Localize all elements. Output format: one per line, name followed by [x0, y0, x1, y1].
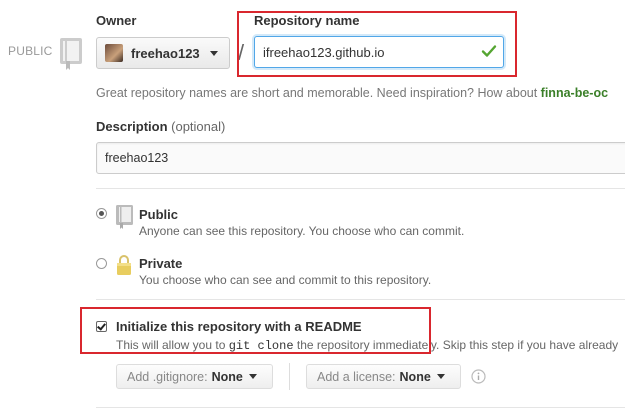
name-suggestion-link[interactable]: finna-be-oc: [541, 86, 608, 100]
readme-highlight: [80, 307, 431, 354]
license-value: None: [399, 369, 431, 384]
divider: [96, 188, 625, 189]
owner-label: Owner: [96, 13, 137, 28]
gitignore-select[interactable]: Add .gitignore: None: [116, 364, 273, 389]
caret-down-icon: [209, 50, 218, 56]
caret-down-icon: [436, 374, 445, 379]
avatar: [105, 44, 123, 62]
gitignore-value: None: [211, 369, 243, 384]
repo-book-icon: [60, 38, 82, 70]
owner-name: freehao123: [131, 45, 200, 61]
description-input[interactable]: [96, 142, 625, 174]
hint-text: Great repository names are short and mem…: [96, 86, 541, 100]
select-separator: [289, 363, 290, 390]
license-select[interactable]: Add a license: None: [306, 364, 461, 389]
repo-name-highlight: [237, 11, 517, 77]
public-repo-icon: [116, 205, 133, 229]
optional-note: (optional): [171, 119, 226, 134]
repo-name-hint: Great repository names are short and mem…: [96, 86, 608, 100]
gitignore-label: Add .gitignore:: [127, 369, 208, 384]
caret-down-icon: [248, 374, 257, 379]
divider: [96, 299, 625, 300]
divider: [96, 407, 625, 408]
description-label: Description (optional): [96, 119, 225, 134]
license-label: Add a license:: [317, 369, 396, 384]
public-option-title: Public: [139, 207, 179, 222]
public-option-desc: Anyone can see this repository. You choo…: [139, 224, 465, 238]
private-option-title: Private: [139, 256, 183, 271]
owner-dropdown[interactable]: freehao123: [96, 37, 230, 69]
info-icon[interactable]: [471, 369, 486, 384]
visibility-badge: PUBLIC: [8, 44, 53, 58]
private-radio[interactable]: [96, 258, 107, 269]
public-radio[interactable]: [96, 208, 107, 219]
lock-icon: [117, 255, 131, 275]
description-label-text: Description: [96, 119, 168, 134]
private-option-desc: You choose who can see and commit to thi…: [139, 273, 432, 287]
